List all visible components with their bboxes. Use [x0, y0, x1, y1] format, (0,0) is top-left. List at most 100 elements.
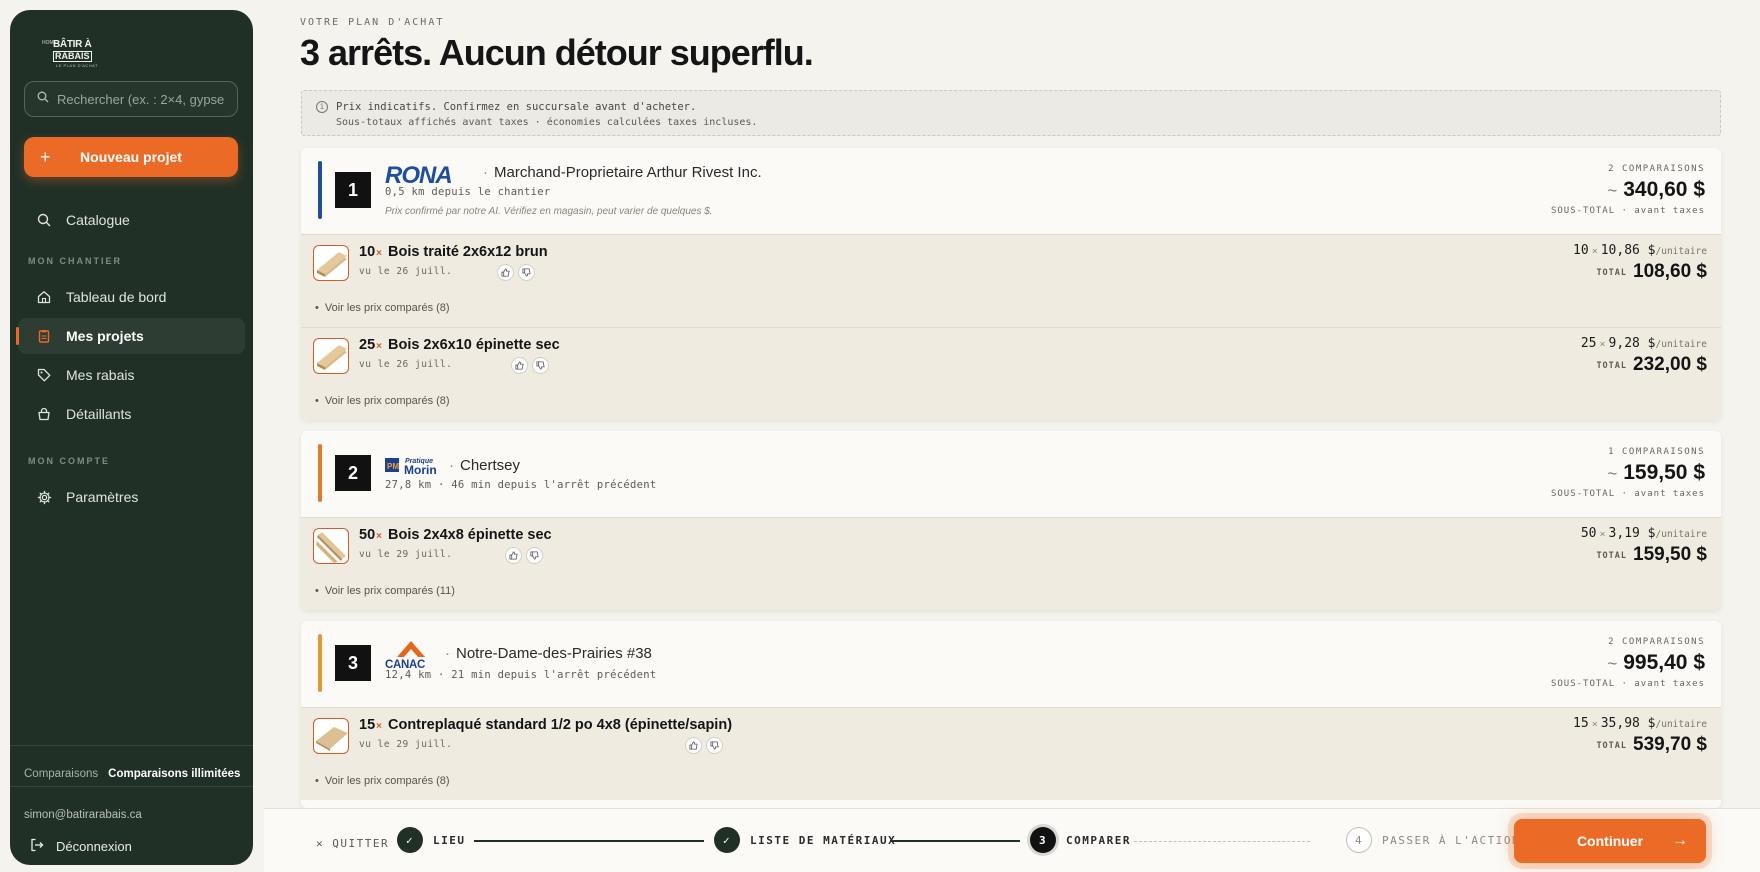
see-prices-link[interactable]: • Voir les prix comparés (8) [315, 775, 450, 787]
step-compare[interactable]: 3 COMPARER [1030, 827, 1131, 853]
step-label: LISTE DE MATÉRIAUX [750, 833, 897, 847]
branch-name: Chertsey [460, 457, 521, 474]
item-seen-date: vu le 29 juill. [359, 549, 453, 560]
brand-tagline: LE PLAN D'ACHAT [56, 63, 98, 68]
branch-name: Notre-Dame-des-Prairies #38 [456, 645, 652, 662]
thumbs-down-button[interactable] [532, 357, 549, 374]
step-materials[interactable]: ✓ LISTE DE MATÉRIAUX [714, 827, 896, 853]
step-number: 4 [1346, 827, 1372, 853]
comparisons-value: Comparaisons illimitées [108, 768, 241, 780]
stop-number: 2 [335, 455, 371, 491]
vote-group [505, 547, 543, 564]
stop-header: 1 RONA · Marchand-Proprietaire Arthur Riv… [301, 148, 1721, 234]
tag-icon [36, 367, 52, 383]
new-project-label: Nouveau projet [80, 149, 182, 165]
sidebar-divider [10, 786, 253, 787]
thumbs-down-button[interactable] [518, 264, 535, 281]
subscription-row: Comparaisons Comparaisons illimitées [24, 768, 240, 780]
sidebar-item-dashboard[interactable]: Tableau de bord [18, 279, 245, 315]
ai-price-note: Prix confirmé par notre AI. Vérifiez en … [385, 206, 713, 217]
subtotal-label: SOUS-TOTAL · avant taxes [1550, 679, 1705, 689]
thumbs-up-button[interactable] [497, 264, 514, 281]
item-title: 50× Bois 2x4x8 épinette sec [359, 527, 552, 543]
sidebar-item-catalogue[interactable]: Catalogue [18, 202, 245, 238]
item-qty: 15 [359, 717, 376, 733]
line-total: TOTAL 108,60 $ [1596, 261, 1707, 282]
new-project-button[interactable]: + Nouveau projet [24, 137, 238, 177]
item-seen-date: vu le 26 juill. [359, 359, 453, 370]
unit-price: 25 × 9,28 $/unitaire [1580, 336, 1707, 351]
step-connector [1134, 841, 1310, 842]
section-label-compte: MON COMPTE [28, 456, 110, 466]
brand-line1: BÂTIR À [53, 39, 92, 50]
item-title: 15× Contreplaqué standard 1/2 po 4x8 (épi… [359, 717, 733, 733]
thumbs-up-button[interactable] [505, 547, 522, 564]
subtotal-value: 340,60 $ [1623, 178, 1705, 201]
sidebar-divider [10, 745, 253, 746]
search-box[interactable] [24, 81, 238, 117]
notice-line1: Prix indicatifs. Confirmez en succursale… [336, 101, 697, 113]
see-prices-link[interactable]: • Voir les prix comparés (8) [315, 395, 450, 407]
quit-button[interactable]: ✕ QUITTER [316, 837, 389, 850]
gear-icon [36, 489, 52, 505]
search-icon [36, 212, 52, 228]
subtotal-value: 995,40 $ [1623, 651, 1705, 674]
stop-distance: 27,8 km · 46 min depuis l'arrêt précéden… [385, 479, 657, 491]
sidebar-item-retailers[interactable]: Détaillants [18, 396, 245, 432]
stop-number: 1 [335, 172, 371, 208]
stepper-footer: ✕ QUITTER ✓ LIEU ✓ LISTE DE MATÉRIAUX 3 … [264, 808, 1760, 872]
stop-header: 2 PM Pratique Morin · Chertsey 27,8 km · … [301, 431, 1721, 517]
product-thumbnail[interactable] [313, 528, 349, 564]
line-item: 10× Bois traité 2x6x12 brun vu le 26 juil… [301, 234, 1721, 327]
notice-line2: Sous-totaux affichés avant taxes · écono… [336, 117, 758, 128]
vote-group [685, 737, 723, 754]
line-total: TOTAL 232,00 $ [1596, 354, 1707, 375]
svg-text:PM: PM [387, 462, 399, 471]
logout-label: Déconnexion [56, 839, 132, 854]
search-input[interactable] [57, 91, 227, 107]
step-label: PASSER À L'ACTION [1382, 833, 1521, 847]
sidebar-item-settings[interactable]: Paramètres [18, 479, 245, 515]
continue-label: Continuer [1576, 833, 1644, 849]
step-action[interactable]: 4 PASSER À L'ACTION [1346, 827, 1520, 853]
product-thumbnail[interactable] [313, 718, 349, 754]
subtotal-label: SOUS-TOTAL · avant taxes [1550, 206, 1705, 216]
close-icon: ✕ [316, 837, 333, 850]
sidebar-item-discounts[interactable]: Mes rabais [18, 357, 245, 393]
sidebar-item-projects[interactable]: Mes projets [16, 318, 245, 354]
arrow-right-icon: → [1672, 832, 1688, 849]
page-eyebrow: VOTRE PLAN D'ACHAT [300, 17, 445, 28]
see-prices-link[interactable]: • Voir les prix comparés (8) [315, 302, 450, 314]
step-number: 3 [1030, 827, 1056, 853]
continue-button[interactable]: Continuer → [1514, 819, 1706, 863]
see-prices-label: Voir les prix comparés (8) [324, 775, 450, 787]
stop-number: 3 [335, 645, 371, 681]
quit-label: QUITTER [332, 837, 390, 850]
svg-text:RONA: RONA [385, 163, 452, 185]
sidebar-item-label: Détaillants [66, 406, 132, 422]
thumbs-down-button[interactable] [706, 737, 723, 754]
stop-header: 3 CANAC · Notre-Dame-des-Prairies #38 12,… [301, 621, 1721, 707]
thumbs-up-button[interactable] [685, 737, 702, 754]
search-icon [37, 90, 49, 108]
product-thumbnail[interactable] [313, 245, 349, 281]
logout-button[interactable]: Déconnexion [30, 838, 132, 855]
line-total: TOTAL 159,50 $ [1596, 544, 1707, 565]
check-icon: ✓ [397, 827, 423, 853]
brand-line2: RABAIS [53, 51, 92, 62]
check-icon: ✓ [714, 827, 740, 853]
brand-logo[interactable]: HOME BÂTIR À RABAIS LE PLAN D'ACHAT [42, 30, 112, 70]
product-thumbnail[interactable] [313, 338, 349, 374]
item-seen-date: vu le 26 juill. [359, 266, 453, 277]
comparisons-count: 2 COMPARAISONS [1608, 164, 1705, 174]
stop-branch: · Marchand-Proprietaire Arthur Rivest Inc… [483, 164, 762, 181]
thumbs-up-button[interactable] [511, 357, 528, 374]
step-location[interactable]: ✓ LIEU [397, 827, 466, 853]
comparisons-label: Comparaisons [24, 768, 99, 780]
vote-group [511, 357, 549, 374]
see-prices-label: Voir les prix comparés (8) [324, 395, 450, 407]
item-title: 10× Bois traité 2x6x12 brun [359, 244, 548, 260]
see-prices-link[interactable]: • Voir les prix comparés (11) [315, 585, 455, 597]
logout-icon [30, 838, 44, 855]
thumbs-down-button[interactable] [526, 547, 543, 564]
